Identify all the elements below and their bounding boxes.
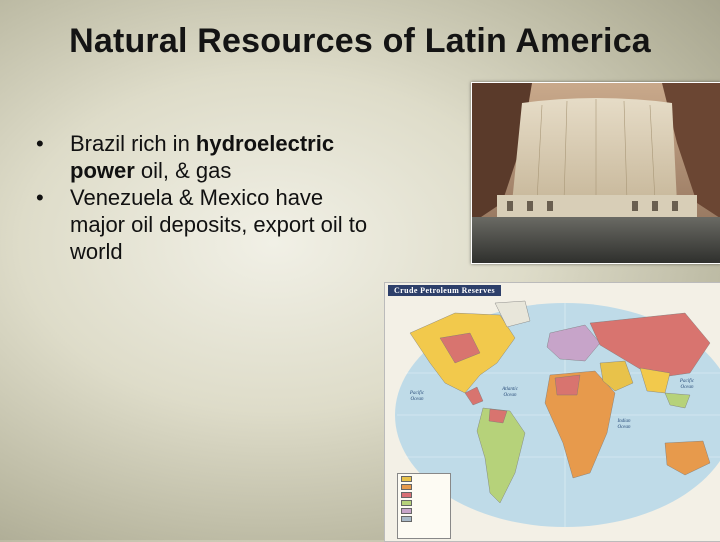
bullet-text: Venezuela & Mexico have major oil deposi… [70, 185, 368, 264]
bullet-item: • Venezuela & Mexico have major oil depos… [32, 184, 372, 265]
map-legend [397, 473, 451, 539]
legend-swatch [401, 484, 412, 490]
legend-swatch [401, 492, 412, 498]
bullet-dot-icon: • [36, 131, 44, 156]
legend-swatch [401, 516, 412, 522]
bullet-text-pre: Brazil rich in [70, 131, 196, 156]
ocean-label: Pacific Ocean [409, 391, 425, 402]
legend-swatch [401, 500, 412, 506]
ocean-label: Indian Ocean [617, 419, 631, 430]
bullet-dot-icon: • [36, 185, 44, 210]
legend-swatch [401, 476, 412, 482]
bullet-item: • Brazil rich in hydroelectric power oil,… [32, 130, 372, 184]
bullet-text-post: oil, & gas [134, 158, 232, 183]
bullet-list: • Brazil rich in hydroelectric power oil,… [32, 130, 372, 265]
crude-petroleum-reserves-map: Crude Petroleum Reserves Pacific Ocean A… [384, 282, 720, 542]
hoover-dam-photo [471, 82, 720, 264]
legend-swatch [401, 508, 412, 514]
slide-title: Natural Resources of Latin America [69, 22, 651, 60]
ocean-label: Pacific Ocean [679, 379, 695, 390]
ocean-label: Atlantic Ocean [502, 387, 518, 398]
